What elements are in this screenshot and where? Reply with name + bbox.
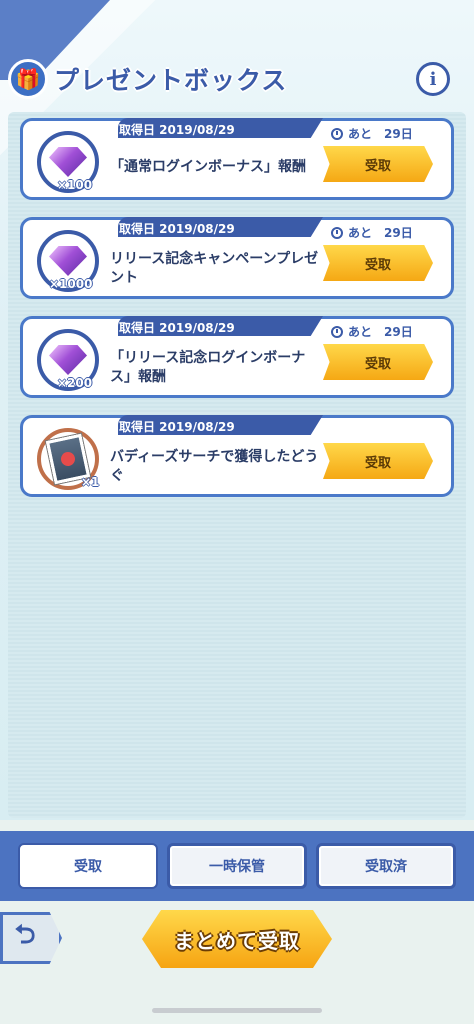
remaining-time: あと 29日 [331,323,413,340]
item-quantity: ×200 [57,376,93,390]
item-description: 「リリース記念ログインボーナス」報酬 [110,350,306,385]
remaining-label: あと 29日 [348,127,413,141]
present-item: 取得日 2019/08/29 あと 29日 ×1000 リリース記念キャンペーン… [20,217,454,299]
receive-button[interactable]: 受取 [323,146,433,182]
remaining-label: あと 29日 [348,325,413,339]
receive-button[interactable]: 受取 [323,245,433,281]
page-title: プレゼントボックス [54,66,288,95]
back-button[interactable]: ⮌ [0,912,62,964]
received-date: 取得日 2019/08/29 [119,222,235,236]
item-quantity: ×1 [81,475,100,489]
back-arrow-icon: ⮌ [14,920,36,950]
present-item: 取得日 2019/08/29 ×1 バディーズサーチで獲得したどうぐ 受取 [20,415,454,497]
received-date: 取得日 2019/08/29 [119,321,235,335]
item-quantity: ×1000 [49,277,93,291]
tab-receive[interactable]: 受取 [18,843,158,889]
item-description: バディーズサーチで獲得したどうぐ [110,449,319,484]
remaining-time: あと 29日 [331,224,413,241]
item-description: リリース記念キャンペーンプレゼント [110,251,319,286]
received-date: 取得日 2019/08/29 [119,123,235,137]
tab-temporary-storage[interactable]: 一時保管 [167,843,307,889]
remaining-label: あと 29日 [348,226,413,240]
item-description: 「通常ログインボーナス」報酬 [110,159,306,175]
tab-bar: 受取 一時保管 受取済 [0,831,474,901]
tab-received[interactable]: 受取済 [316,843,456,889]
clock-icon [331,325,343,338]
remaining-time: あと 29日 [331,125,413,142]
receive-all-button[interactable]: まとめて受取 [142,910,332,968]
home-indicator[interactable] [152,1008,322,1013]
gift-box-icon: 🎁 [8,59,48,99]
clock-icon [331,127,343,140]
present-item: 取得日 2019/08/29 あと 29日 ×100 「通常ログインボーナス」報… [20,118,454,200]
received-date: 取得日 2019/08/29 [119,420,235,434]
item-quantity: ×100 [57,178,93,192]
info-button[interactable]: i [416,62,450,96]
receive-button[interactable]: 受取 [323,344,433,380]
header: 🎁 プレゼントボックス i [0,55,474,103]
clock-icon [331,226,343,239]
present-item: 取得日 2019/08/29 あと 29日 ×200 「リリース記念ログインボー… [20,316,454,398]
receive-button[interactable]: 受取 [323,443,433,479]
